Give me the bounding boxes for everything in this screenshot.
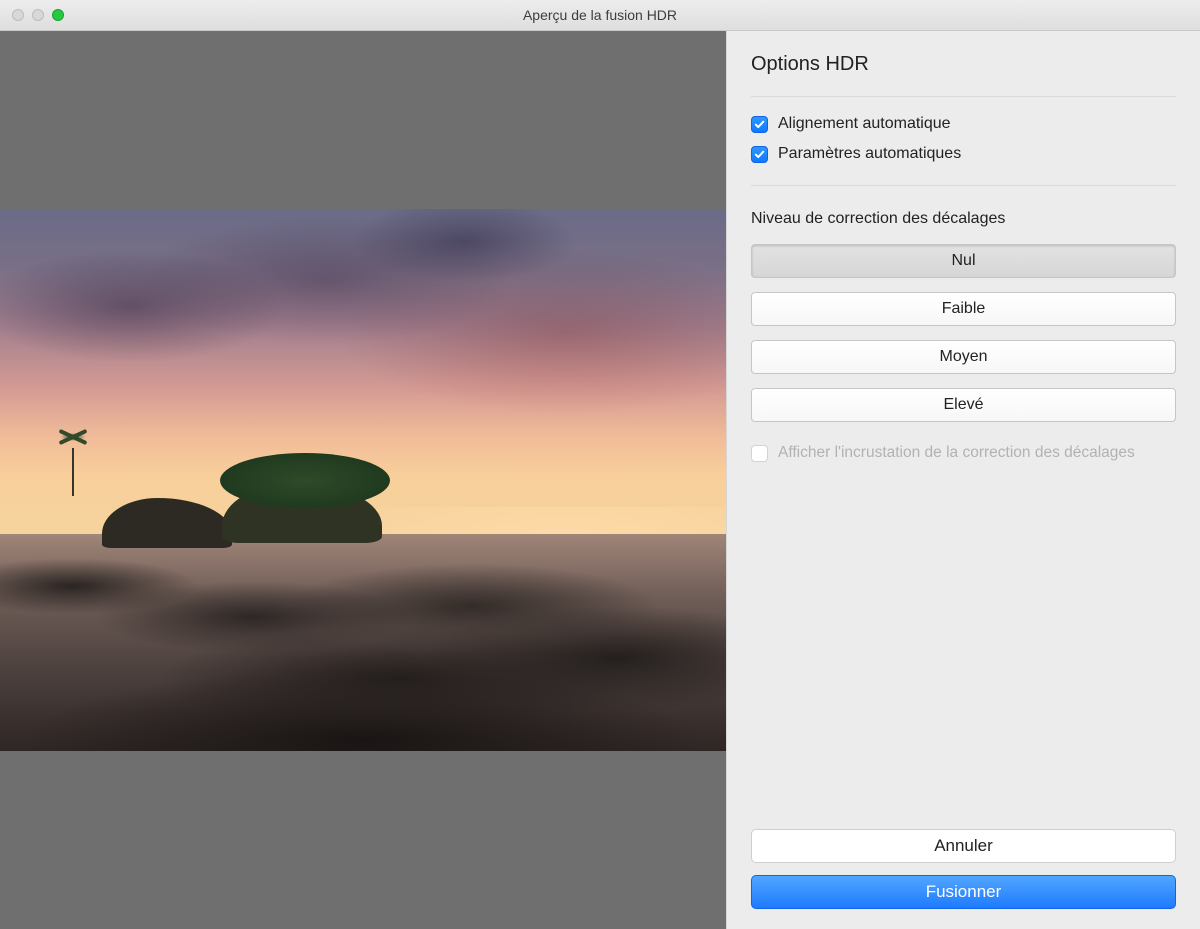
zoom-window-button[interactable]	[52, 9, 64, 21]
separator	[751, 96, 1176, 97]
merge-button[interactable]: Fusionner	[751, 875, 1176, 909]
checkbox-checked-icon	[751, 116, 768, 133]
checkbox-unchecked-icon	[751, 445, 768, 462]
hdr-options-panel: Options HDR Alignement automatique Param…	[726, 31, 1200, 929]
deghost-overlay-checkbox: Afficher l'incrustation de la correction…	[751, 444, 1176, 462]
hdr-preview-image	[0, 209, 726, 751]
deghost-option-medium[interactable]: Moyen	[751, 340, 1176, 374]
deghost-level-group: Nul Faible Moyen Elevé	[751, 244, 1176, 422]
checkbox-checked-icon	[751, 146, 768, 163]
window-titlebar: Aperçu de la fusion HDR	[0, 0, 1200, 31]
deghost-option-none[interactable]: Nul	[751, 244, 1176, 278]
deghost-overlay-label: Afficher l'incrustation de la correction…	[778, 444, 1135, 462]
deghost-option-low[interactable]: Faible	[751, 292, 1176, 326]
auto-settings-label: Paramètres automatiques	[778, 145, 961, 163]
cancel-button[interactable]: Annuler	[751, 829, 1176, 863]
auto-settings-checkbox[interactable]: Paramètres automatiques	[751, 145, 1176, 163]
auto-align-checkbox[interactable]: Alignement automatique	[751, 115, 1176, 133]
hdr-preview-area	[0, 31, 726, 929]
close-window-button[interactable]	[12, 9, 24, 21]
separator	[751, 185, 1176, 186]
panel-title: Options HDR	[751, 53, 1176, 76]
window-title: Aperçu de la fusion HDR	[0, 7, 1200, 23]
deghost-section-label: Niveau de correction des décalages	[751, 210, 1176, 228]
window-controls	[0, 9, 64, 21]
deghost-option-high[interactable]: Elevé	[751, 388, 1176, 422]
minimize-window-button[interactable]	[32, 9, 44, 21]
auto-align-label: Alignement automatique	[778, 115, 951, 133]
